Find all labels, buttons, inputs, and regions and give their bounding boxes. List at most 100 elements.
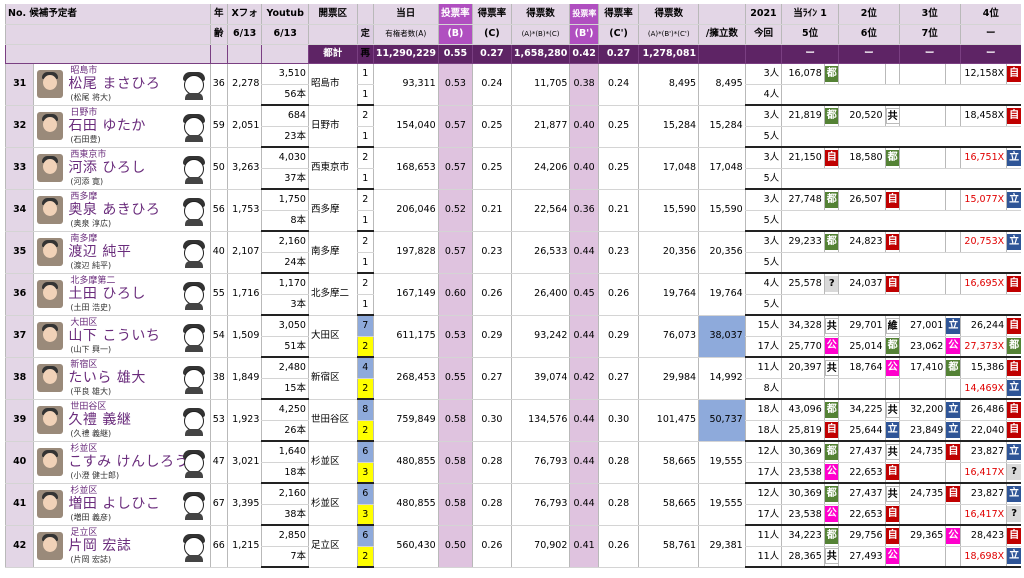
header-rank2-sub: 6位	[837, 24, 900, 45]
rank2-party-cell: 自	[884, 189, 900, 211]
rank3-votes: 24,735	[898, 441, 946, 463]
candidates-2021: 3人	[744, 63, 782, 85]
candidate-district: 杉並区	[70, 485, 98, 496]
rank2-votes: 18,764	[837, 357, 886, 379]
rank2-votes: 29,701	[837, 315, 886, 337]
x-followers: 3,021	[226, 441, 262, 484]
turnout2: 0.44	[569, 231, 599, 274]
x-followers: 3,395	[226, 483, 262, 526]
header-vote-rate2-sub: (C')	[597, 24, 639, 45]
rank4-party-badge: 都	[1007, 338, 1021, 355]
turnout: 0.58	[437, 483, 473, 526]
vote-rate2: 0.25	[597, 105, 639, 148]
vote-rate2: 0.27	[597, 357, 639, 400]
turnout2: 0.44	[569, 441, 599, 484]
candidates-now: 17人	[744, 336, 782, 358]
reelect: 1	[356, 126, 374, 148]
rank1-party-cell: 都	[823, 483, 839, 505]
rank1-party-badge: 自	[825, 149, 839, 166]
rank1-party-badge: 都	[825, 485, 839, 502]
rank4-party-cell: ?	[1006, 462, 1021, 484]
rank-empty	[781, 168, 1021, 190]
reelect: 2	[356, 546, 374, 568]
candidate-cell: 昭島市 松尾 まさひろ (松尾 将大)	[33, 63, 211, 106]
rank1-party-cell: 公	[823, 462, 839, 484]
count-district: 杉並区	[307, 483, 358, 526]
rank2-votes: 24,037	[837, 273, 886, 295]
header-rank1: 当ﾗｲﾝ 1	[781, 4, 839, 25]
rank2-party-badge: 自	[886, 506, 900, 523]
seats: 1	[356, 63, 374, 85]
count-district: 新宿区	[307, 357, 358, 400]
candidates-now: 18人	[744, 420, 782, 442]
candidate-name: 渡辺 純平	[68, 243, 132, 260]
rank4-party-badge: 自	[1007, 527, 1021, 544]
votes2: 101,475	[638, 399, 699, 442]
header-seats: 定	[356, 24, 374, 45]
rank1-party-cell: ?	[823, 273, 839, 295]
candidate-illustration	[181, 154, 207, 184]
rank3-party-badge: 立	[946, 317, 961, 334]
candidate-name: 奥泉 あきひろ	[68, 201, 161, 218]
rank1-votes: 30,369	[781, 483, 825, 505]
rank1-votes	[781, 378, 825, 400]
candidate-real-name: (山下 興一)	[70, 344, 112, 354]
rank4-party-cell: 自	[1006, 315, 1021, 337]
row-number: 31	[4, 63, 34, 106]
rank4-votes: 23,827	[959, 483, 1007, 505]
rank2-party-cell: 自	[884, 525, 900, 547]
rank3-party-badge: 自	[946, 485, 961, 502]
x-followers: 1,716	[226, 273, 262, 316]
vote-rate: 0.21	[472, 189, 512, 232]
row-number: 32	[4, 105, 34, 148]
turnout: 0.58	[437, 399, 473, 442]
rank2-votes: 25,014	[837, 336, 886, 358]
rank2-party-badge: 都	[886, 338, 900, 355]
count-district: 西東京市	[307, 147, 358, 190]
reelect: 3	[356, 504, 374, 526]
candidates-now: 5人	[744, 252, 782, 274]
candidates-2021: 11人	[744, 525, 782, 547]
votes2: 20,356	[638, 231, 699, 274]
rank1-party-badge: 共	[825, 359, 839, 376]
seats: 2	[356, 231, 374, 253]
candidate-real-name: (久禮 義継)	[70, 428, 112, 438]
rank3-party-cell: 自	[945, 441, 961, 463]
turnout: 0.60	[437, 273, 473, 316]
youtube-subs: 4,030	[261, 147, 309, 169]
totals-votes2: 1,278,081	[638, 44, 699, 64]
table-row: 35 南多摩 渡辺 純平 (渡辺 純平) 40 2,107 2,160 南多摩 2 197,828…	[4, 231, 1021, 274]
header-year-sub: 今回	[744, 24, 782, 45]
rank1-party-badge: 共	[825, 317, 839, 334]
rank1-party-cell: 自	[823, 420, 839, 442]
header-vote-rate-sub: (C)	[472, 24, 512, 45]
youtube-subs: 3,510	[261, 63, 309, 85]
rank3-party-badge: 都	[946, 359, 961, 376]
rank2-votes: 22,653	[837, 462, 886, 484]
rank4-party-badge: 立	[1007, 380, 1021, 397]
candidate-real-name: (渡辺 純平)	[70, 260, 112, 270]
rank1-party-cell: 都	[823, 231, 839, 253]
candidate-cell: 新宿区 たいら 雄大 (平良 雄大)	[33, 357, 211, 400]
rank4-votes: 18,698X	[959, 546, 1007, 568]
reelect: 1	[356, 294, 374, 316]
row-number: 34	[4, 189, 34, 232]
rank4-party-badge: 自	[1007, 422, 1021, 439]
per-head: 38,037	[698, 315, 746, 358]
candidate-illustration	[181, 406, 207, 436]
rank1-party-badge: 共	[825, 548, 839, 565]
candidate-district: 昭島市	[70, 65, 98, 76]
registered: 197,828	[372, 231, 439, 274]
candidates-now: 5人	[744, 294, 782, 316]
row-number: 39	[4, 399, 34, 442]
rank1-votes: 23,538	[781, 504, 825, 526]
vote-rate: 0.23	[472, 231, 512, 274]
votes2: 58,665	[638, 441, 699, 484]
totals-vote-rate: 0.27	[472, 44, 512, 64]
rank4-votes: 23,827	[959, 441, 1007, 463]
header-turnout: 投票率	[437, 4, 473, 25]
x-followers: 2,051	[226, 105, 262, 148]
rank4-party-badge: 立	[1007, 191, 1021, 208]
rank4-votes: 12,158X	[959, 63, 1007, 85]
rank3-party-cell	[945, 147, 961, 169]
